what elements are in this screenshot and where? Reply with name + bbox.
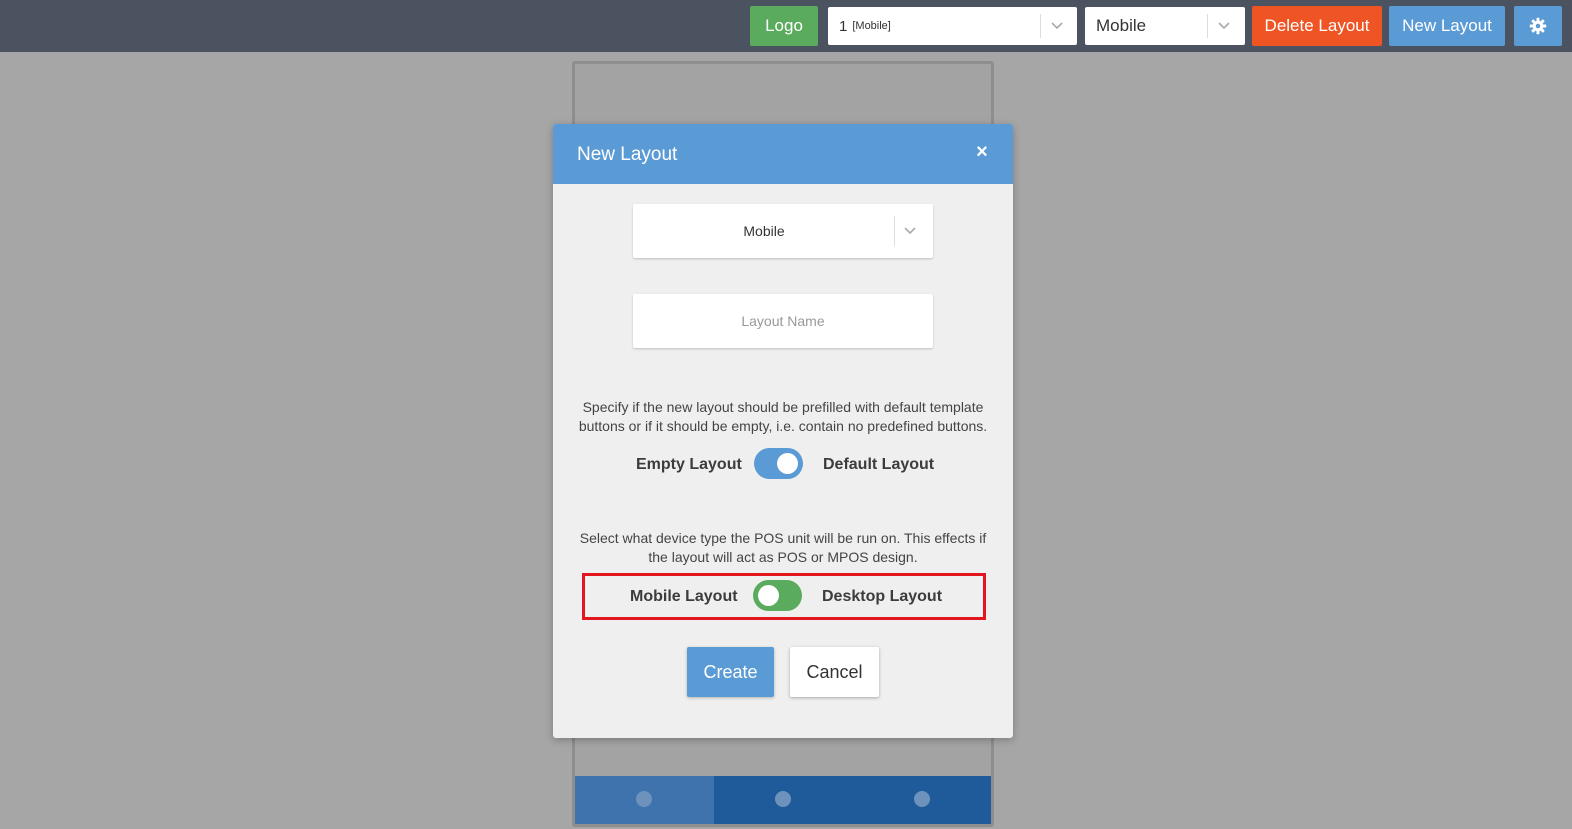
mobile-layout-label: Mobile Layout (630, 588, 738, 605)
default-layout-label: Default Layout (823, 456, 935, 473)
logo-button[interactable]: Logo (750, 6, 818, 46)
info-icon (913, 790, 930, 807)
modal-device-select[interactable]: Mobile (633, 204, 933, 258)
device-description: Select what device type the POS unit wil… (579, 530, 987, 565)
select-divider (894, 216, 895, 246)
create-button[interactable]: Create (687, 647, 774, 697)
chevron-down-icon (904, 227, 916, 235)
chevron-down-icon (1051, 22, 1063, 30)
close-icon[interactable]: × (971, 140, 993, 164)
layout-name-input[interactable] (633, 294, 933, 348)
layout-select[interactable]: 1 [Mobile] (828, 7, 1077, 45)
toggle-knob (758, 585, 779, 606)
toggle-knob (777, 453, 798, 474)
modal-device-select-value: Mobile (743, 223, 785, 239)
desktop-layout-label: Desktop Layout (822, 588, 943, 605)
delete-layout-button[interactable]: Delete Layout (1252, 6, 1382, 46)
empty-layout-label: Empty Layout (636, 456, 742, 473)
layout-select-value: 1 (839, 17, 848, 35)
chevron-down-icon (1218, 22, 1230, 30)
settings-button[interactable] (1514, 6, 1562, 46)
prefill-toggle[interactable] (754, 448, 803, 479)
user-icon (636, 790, 653, 807)
device-toggle[interactable] (753, 580, 802, 611)
phone-nav-tab (575, 776, 714, 824)
device-select-value: Mobile (1096, 16, 1147, 35)
modal-header: New Layout × (553, 124, 1013, 184)
cancel-button[interactable]: Cancel (790, 647, 879, 697)
modal-title: New Layout (577, 144, 678, 165)
new-layout-button[interactable]: New Layout (1389, 6, 1505, 46)
phone-bottom-nav (575, 776, 991, 824)
prefill-description: Specify if the new layout should be pref… (578, 399, 988, 434)
select-divider (1040, 14, 1041, 38)
layout-select-tag: [Mobile] (852, 20, 891, 32)
new-layout-modal: New Layout × Mobile Specify if the new l… (553, 124, 1013, 738)
phone-nav-tab (714, 776, 853, 824)
select-divider (1207, 14, 1208, 38)
device-select[interactable]: Mobile (1085, 7, 1245, 45)
function-icon (775, 790, 791, 807)
top-toolbar: Logo 1 [Mobile] Mobile Delete Layout New… (0, 0, 1572, 52)
gear-icon (1529, 17, 1547, 35)
phone-nav-tab (852, 776, 991, 824)
